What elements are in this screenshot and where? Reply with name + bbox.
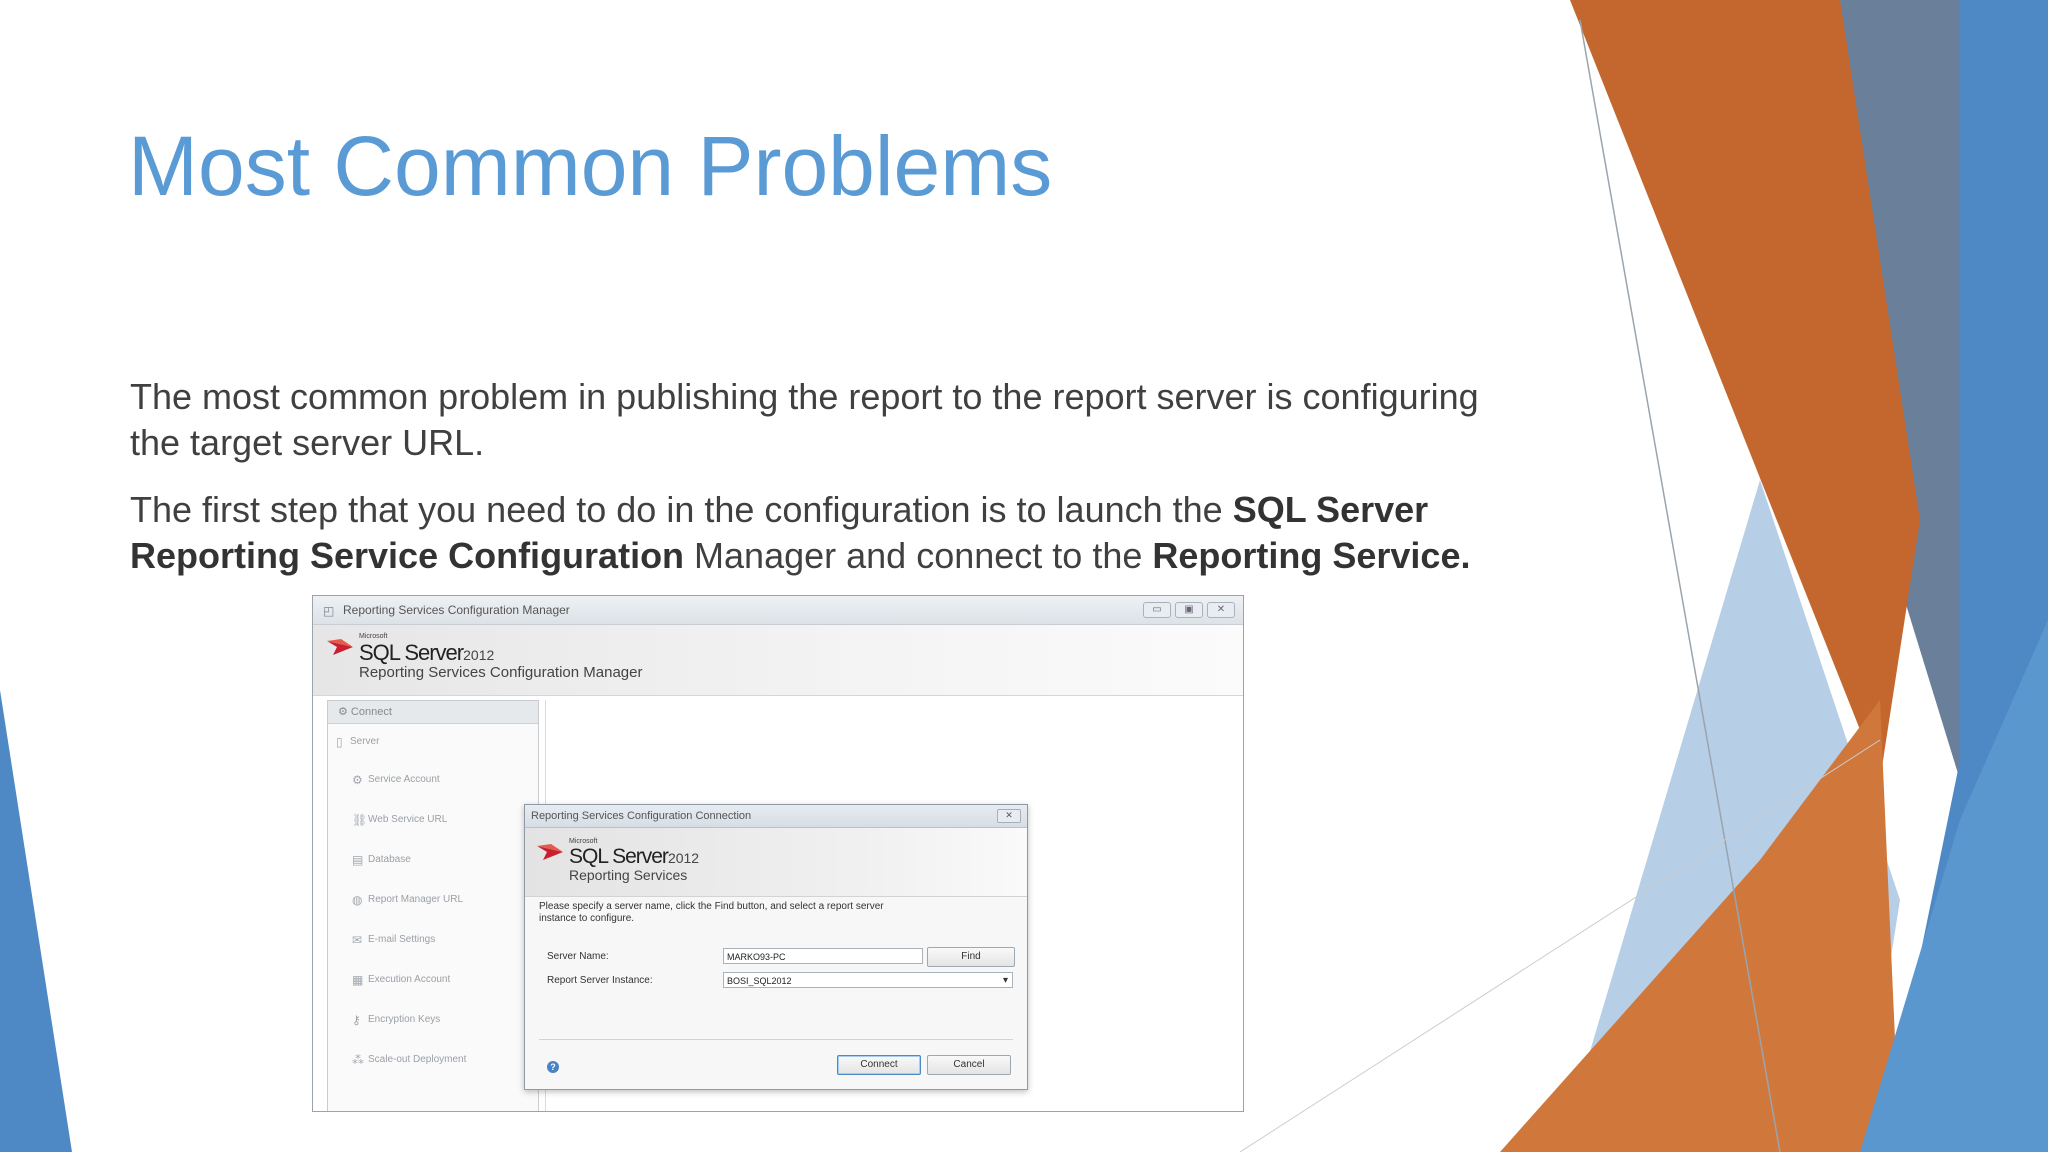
sql-server-logo-icon xyxy=(327,639,353,655)
brand-microsoft: Microsoft xyxy=(359,633,388,640)
nav-label: Database xyxy=(368,854,411,865)
nav-item-report-manager-url[interactable]: ◍ Report Manager URL xyxy=(328,880,538,920)
nav-item-web-service-url[interactable]: ⛓ Web Service URL xyxy=(328,800,538,840)
minimize-icon[interactable]: ▭ xyxy=(1143,602,1171,618)
server-name-label: Server Name: xyxy=(547,951,609,962)
connect-icon: ⚙ xyxy=(338,706,351,718)
scale-icon: ⁂ xyxy=(352,1053,364,1067)
dialog-brand-microsoft: Microsoft xyxy=(569,838,598,845)
cancel-button[interactable]: Cancel xyxy=(927,1055,1011,1075)
slide-title: Most Common Problems xyxy=(128,119,1053,213)
close-icon[interactable]: ✕ xyxy=(1207,602,1235,618)
account-icon: ⚙ xyxy=(352,773,363,787)
sql-server-logo-icon xyxy=(537,844,563,860)
window-banner: Microsoft SQL Server2012 Reporting Servi… xyxy=(313,625,1243,696)
dialog-banner: Microsoft SQL Server2012 Reporting Servi… xyxy=(525,828,1027,897)
window-title: Reporting Services Configuration Manager xyxy=(343,603,570,617)
brand: Microsoft SQL Server2012 Reporting Servi… xyxy=(359,633,642,681)
nav-connect-label: Connect xyxy=(350,706,392,718)
help-icon[interactable]: ? xyxy=(547,1061,559,1073)
nav-label: Server xyxy=(350,736,380,747)
dialog-instructions: Please specify a server name, click the … xyxy=(539,901,884,924)
p2-text-a: The first step that you need to do in th… xyxy=(130,489,1233,530)
nav-item-encryption-keys[interactable]: ⚷ Encryption Keys xyxy=(328,1000,538,1040)
connection-dialog: Reporting Services Configuration Connect… xyxy=(524,804,1028,1090)
p2-text-c: Manager and connect to the xyxy=(684,535,1153,576)
dialog-titlebar: Reporting Services Configuration Connect… xyxy=(525,805,1027,828)
embedded-screenshot: ◰ Reporting Services Configuration Manag… xyxy=(312,595,1244,1112)
brand-subtitle: Reporting Services Configuration Manager xyxy=(359,664,643,681)
globe-icon: ◍ xyxy=(352,893,363,907)
paragraph-1: The most common problem in publishing th… xyxy=(130,376,1479,463)
connect-button[interactable]: Connect xyxy=(837,1055,921,1075)
dialog-brand: Microsoft SQL Server2012 Reporting Servi… xyxy=(569,838,699,883)
key-icon: ⚷ xyxy=(352,1013,361,1027)
find-button[interactable]: Find xyxy=(927,947,1015,967)
nav-label: Scale-out Deployment xyxy=(368,1054,467,1065)
dialog-separator xyxy=(539,1039,1013,1040)
nav-item-scale-out[interactable]: ⁂ Scale-out Deployment xyxy=(328,1040,538,1080)
nav-label: Service Account xyxy=(368,774,440,785)
left-nav: ⚙ Connect ▯ Server ⚙ Service Account ⛓ Web … xyxy=(327,700,539,1111)
nav-item-service-account[interactable]: ⚙ Service Account xyxy=(328,760,538,800)
nav-item-execution-account[interactable]: ▦ Execution Account xyxy=(328,960,538,1000)
nav-item-email-settings[interactable]: ✉ E-mail Settings xyxy=(328,920,538,960)
instance-label: Report Server Instance: xyxy=(547,975,653,986)
nav-label: Encryption Keys xyxy=(368,1014,441,1025)
nav-label: Execution Account xyxy=(368,974,451,985)
dialog-close-icon[interactable]: ✕ xyxy=(997,809,1021,823)
app-icon: ◰ xyxy=(323,604,335,618)
instance-select[interactable]: BOSI_SQL2012 xyxy=(723,972,1013,989)
nav-label: Report Manager URL xyxy=(368,894,464,905)
p2-bold-d: Reporting Service. xyxy=(1152,535,1471,576)
window-titlebar: ◰ Reporting Services Configuration Manag… xyxy=(313,596,1243,625)
nav-item-server[interactable]: ▯ Server xyxy=(328,724,538,760)
brand-version: 2012 xyxy=(463,647,495,663)
paragraph-2: The first step that you need to do in th… xyxy=(130,487,1530,579)
dialog-brand-version: 2012 xyxy=(667,850,700,866)
server-name-input[interactable]: MARKO93-PC xyxy=(723,948,923,964)
brand-sql: SQL Server xyxy=(359,640,464,665)
dialog-brand-subtitle: Reporting Services xyxy=(569,867,688,883)
dialog-brand-sql: SQL Server xyxy=(569,845,669,868)
window-buttons: ▭ ▣ ✕ xyxy=(1143,602,1235,618)
web-icon: ⛓ xyxy=(352,813,368,827)
server-icon: ▯ xyxy=(336,735,343,749)
nav-item-database[interactable]: ▤ Database xyxy=(328,840,538,880)
dialog-title: Reporting Services Configuration Connect… xyxy=(531,810,752,822)
user-icon: ▦ xyxy=(352,973,364,987)
deco-blue-left-sliver xyxy=(0,690,72,1152)
mail-icon: ✉ xyxy=(352,933,363,947)
database-icon: ▤ xyxy=(352,853,364,867)
nav-label: E-mail Settings xyxy=(368,934,436,945)
nav-connect[interactable]: ⚙ Connect xyxy=(328,701,538,724)
maximize-icon[interactable]: ▣ xyxy=(1175,602,1203,618)
nav-label: Web Service URL xyxy=(368,814,448,825)
